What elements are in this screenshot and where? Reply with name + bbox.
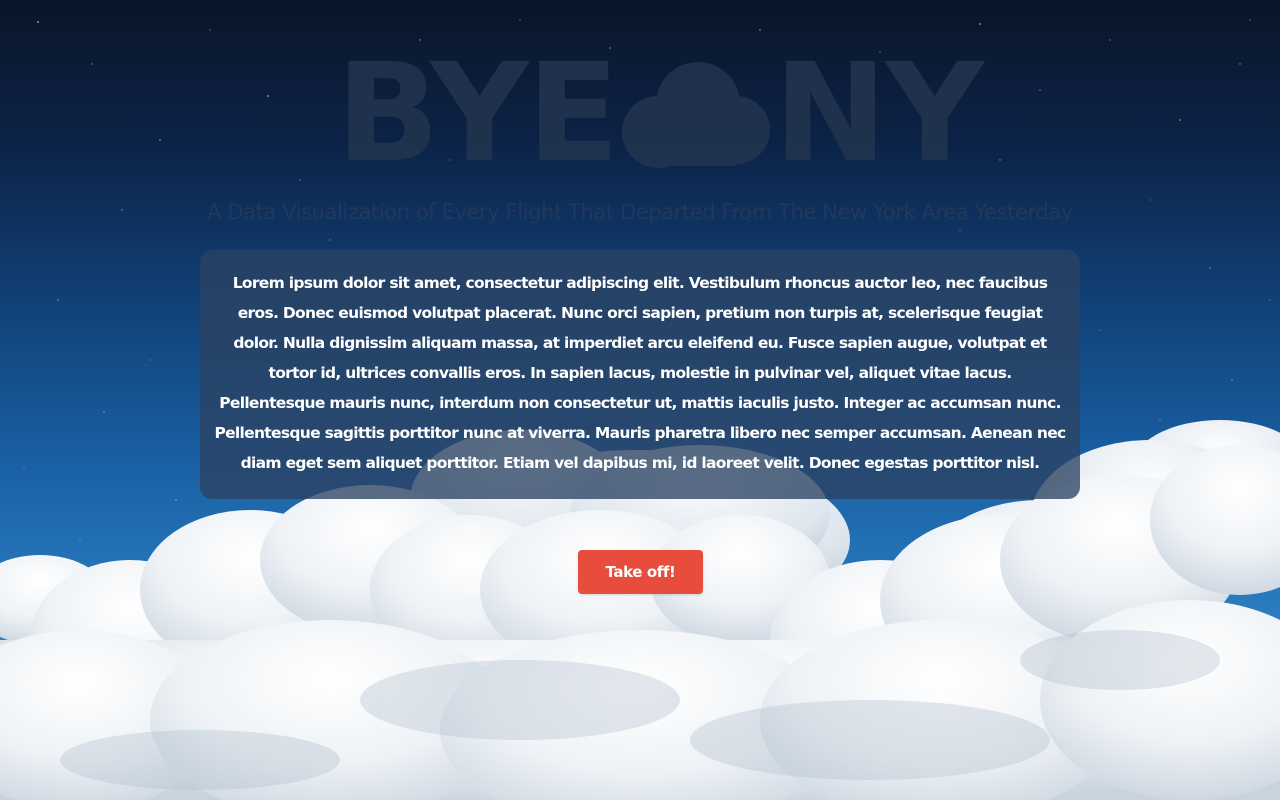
take-off-button[interactable]: Take off! (578, 550, 703, 594)
logo: BYE NY (336, 35, 984, 193)
hero: BYE NY A Data Visualization of Every Fli… (0, 0, 1280, 800)
logo-text-ny: NY (773, 35, 984, 193)
logo-text-bye: BYE (336, 35, 620, 193)
description-panel: Lorem ipsum dolor sit amet, consectetur … (200, 250, 1080, 499)
description-text: Lorem ipsum dolor sit amet, consectetur … (214, 274, 1066, 472)
subtitle: A Data Visualization of Every Flight Tha… (207, 200, 1073, 224)
cloud-icon (620, 58, 772, 170)
